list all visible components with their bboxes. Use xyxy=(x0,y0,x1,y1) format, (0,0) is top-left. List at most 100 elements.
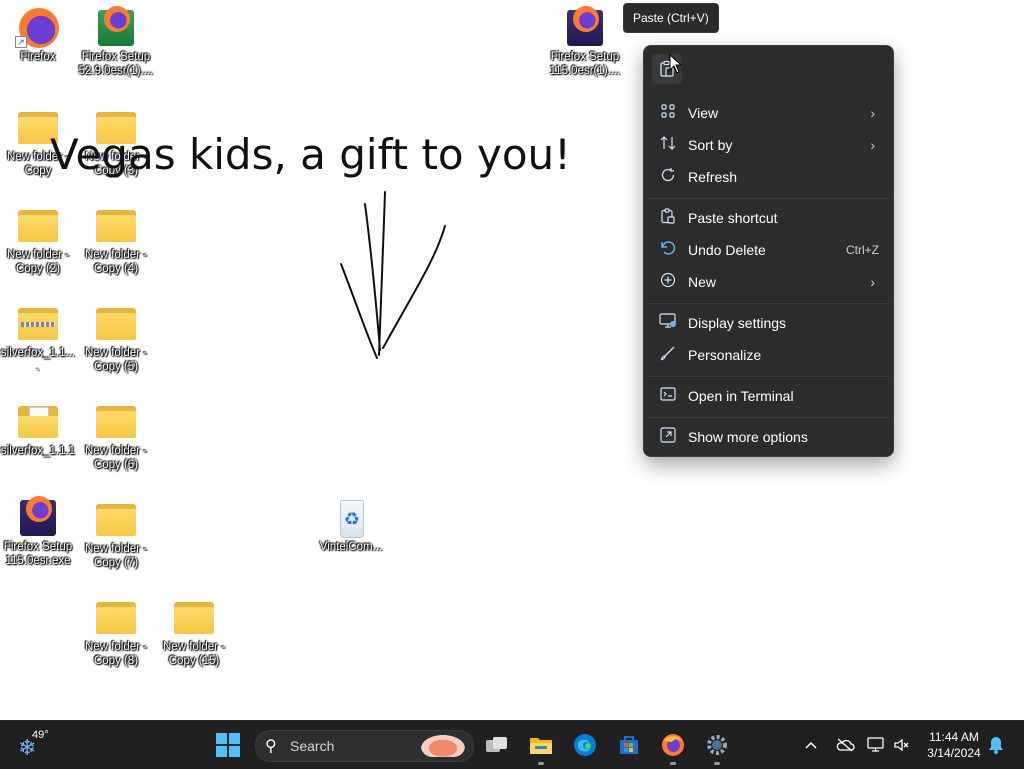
clock-date: 3/14/2024 xyxy=(927,746,981,760)
desktop-icon-label: New folder - Copy (15) xyxy=(163,641,225,667)
paste-shortcut-icon xyxy=(648,208,688,228)
menu-item-paste-shortcut[interactable]: Paste shortcut xyxy=(648,202,889,234)
firefox-icon: ↗ xyxy=(15,8,61,48)
volume-muted-icon xyxy=(894,738,909,752)
keyboard-shortcut: Ctrl+Z xyxy=(846,243,879,257)
menu-item-label: View xyxy=(688,105,719,121)
start-button[interactable] xyxy=(212,729,244,761)
bell-icon xyxy=(989,737,1003,754)
edge-icon xyxy=(574,734,596,756)
desktop-icon-firefox-setup-115-1[interactable]: Firefox Setup 115.0esr(1).... xyxy=(547,6,623,78)
desktop-icon-folder[interactable]: New folder - Copy (8) xyxy=(78,598,154,668)
search-highlight-icon xyxy=(421,735,465,757)
weather-widget[interactable]: ❄ 49° xyxy=(18,729,58,761)
menu-item-label: Refresh xyxy=(688,169,738,185)
network-button[interactable] xyxy=(867,721,887,769)
desktop-context-menu: View › Sort by › Refresh Paste shortcut … xyxy=(643,45,894,457)
menu-item-show-more-options[interactable]: Show more options xyxy=(648,421,889,453)
desktop-icon-firefox[interactable]: ↗ Firefox xyxy=(0,8,76,64)
more-options-icon xyxy=(648,427,688,447)
desktop-icon-label: New folder - Copy (7) xyxy=(85,543,147,569)
store-button[interactable] xyxy=(613,729,645,761)
desktop-icon-label: New folder - Copy (5) xyxy=(85,347,147,373)
grid-icon xyxy=(648,104,688,122)
menu-item-label: Display settings xyxy=(688,315,787,331)
menu-item-label: Sort by xyxy=(688,137,733,153)
undo-icon xyxy=(648,241,688,259)
desktop-icon-folder[interactable]: New folder - Copy (5) xyxy=(78,304,154,374)
menu-item-sort-by[interactable]: Sort by › xyxy=(648,129,889,161)
firefox-button[interactable] xyxy=(657,729,689,765)
file-explorer-button[interactable] xyxy=(525,729,557,765)
running-indicator xyxy=(538,762,544,765)
menu-item-undo-delete[interactable]: Undo Delete Ctrl+Z xyxy=(648,234,889,266)
zip-folder-icon xyxy=(15,304,61,344)
menu-item-label: Show more options xyxy=(688,429,808,445)
folder-icon xyxy=(15,206,61,246)
installer-icon xyxy=(15,496,61,538)
display-icon xyxy=(648,313,688,333)
sort-icon xyxy=(648,136,688,154)
edge-button[interactable] xyxy=(569,729,601,761)
cloud-off-icon xyxy=(836,738,855,752)
desktop-icon-label: New folder - Copy (6) xyxy=(85,445,147,471)
recycle-bin-icon: ♻ xyxy=(328,498,374,538)
desktop-icon-recycle-bin[interactable]: ♻ VintelCom... xyxy=(313,498,389,554)
folder-icon xyxy=(93,206,139,246)
show-hidden-icons-button[interactable] xyxy=(804,721,818,769)
task-view-button[interactable] xyxy=(481,729,513,761)
banner-text: Vegas kids, a gift to you! xyxy=(50,130,571,179)
desktop-icon-label: Firefox Setup 115.0esr.exe xyxy=(3,541,73,567)
desktop-icon-folder[interactable]: silverfox_1.1.1 xyxy=(0,402,76,458)
task-view-icon xyxy=(486,737,507,752)
firefox-icon xyxy=(662,734,684,756)
folder-icon xyxy=(15,402,61,442)
menu-item-personalize[interactable]: Personalize xyxy=(648,339,889,371)
menu-item-label: Paste shortcut xyxy=(688,210,778,226)
menu-item-refresh[interactable]: Refresh xyxy=(648,161,889,193)
folder-icon xyxy=(93,598,139,638)
desktop-icon-zip-folder[interactable]: silverfox_1.1.... xyxy=(0,304,76,374)
desktop-icon-folder[interactable]: New folder - Copy (4) xyxy=(78,206,154,276)
paste-tooltip: Paste (Ctrl+V) xyxy=(623,3,719,33)
taskbar-search[interactable]: ⚲ Search xyxy=(255,730,474,762)
menu-item-new[interactable]: New › xyxy=(648,266,889,298)
notifications-button[interactable] xyxy=(988,721,1004,769)
chevron-right-icon: › xyxy=(870,105,875,121)
folder-icon xyxy=(93,500,139,540)
refresh-icon xyxy=(648,167,688,187)
menu-separator xyxy=(648,417,889,418)
taskbar-clock[interactable]: 11:44 AM 3/14/2024 xyxy=(920,729,988,761)
menu-item-view[interactable]: View › xyxy=(648,97,889,129)
arrow-sketch-icon xyxy=(340,191,446,359)
start-icon xyxy=(216,733,240,757)
menu-separator xyxy=(648,303,889,304)
taskbar: ❄ 49° ⚲ Search 11:44 AM 3/14/2024 xyxy=(0,720,1024,769)
settings-button[interactable] xyxy=(701,729,733,765)
menu-item-display-settings[interactable]: Display settings xyxy=(648,307,889,339)
menu-item-open-in-terminal[interactable]: Open in Terminal xyxy=(648,380,889,412)
store-icon xyxy=(620,736,638,754)
desktop-icon-label: Firefox Setup 52.9.0esr(1).... xyxy=(78,51,154,77)
desktop-icon-firefox-setup-52[interactable]: Firefox Setup 52.9.0esr(1).... xyxy=(78,6,154,78)
desktop-icon-folder[interactable]: New folder - Copy (6) xyxy=(78,402,154,472)
desktop-icon-label: silverfox_1.1.1 xyxy=(0,445,76,457)
menu-item-label: Personalize xyxy=(688,347,762,363)
menu-separator xyxy=(648,376,889,377)
onedrive-button[interactable] xyxy=(835,721,855,769)
search-placeholder: Search xyxy=(290,738,335,754)
desktop-icon-folder[interactable]: New folder - Copy (7) xyxy=(78,500,154,570)
desktop-icon-label: silverfox_1.1.... xyxy=(0,347,76,373)
volume-button[interactable] xyxy=(893,721,911,769)
menu-item-label: Open in Terminal xyxy=(688,388,794,404)
desktop-icon-label: New folder - Copy (8) xyxy=(85,641,147,667)
desktop-icon-firefox-setup-115[interactable]: Firefox Setup 115.0esr.exe xyxy=(0,496,76,568)
network-icon xyxy=(867,737,884,752)
running-indicator xyxy=(714,762,720,765)
desktop-icon-label: Firefox xyxy=(20,51,56,63)
desktop-icon-folder[interactable]: New folder - Copy (15) xyxy=(156,598,232,668)
desktop-icon-label: VintelCom... xyxy=(319,541,383,553)
terminal-icon xyxy=(648,387,688,405)
desktop-icon-folder[interactable]: New folder - Copy (2) xyxy=(0,206,76,276)
settings-icon xyxy=(707,735,727,755)
